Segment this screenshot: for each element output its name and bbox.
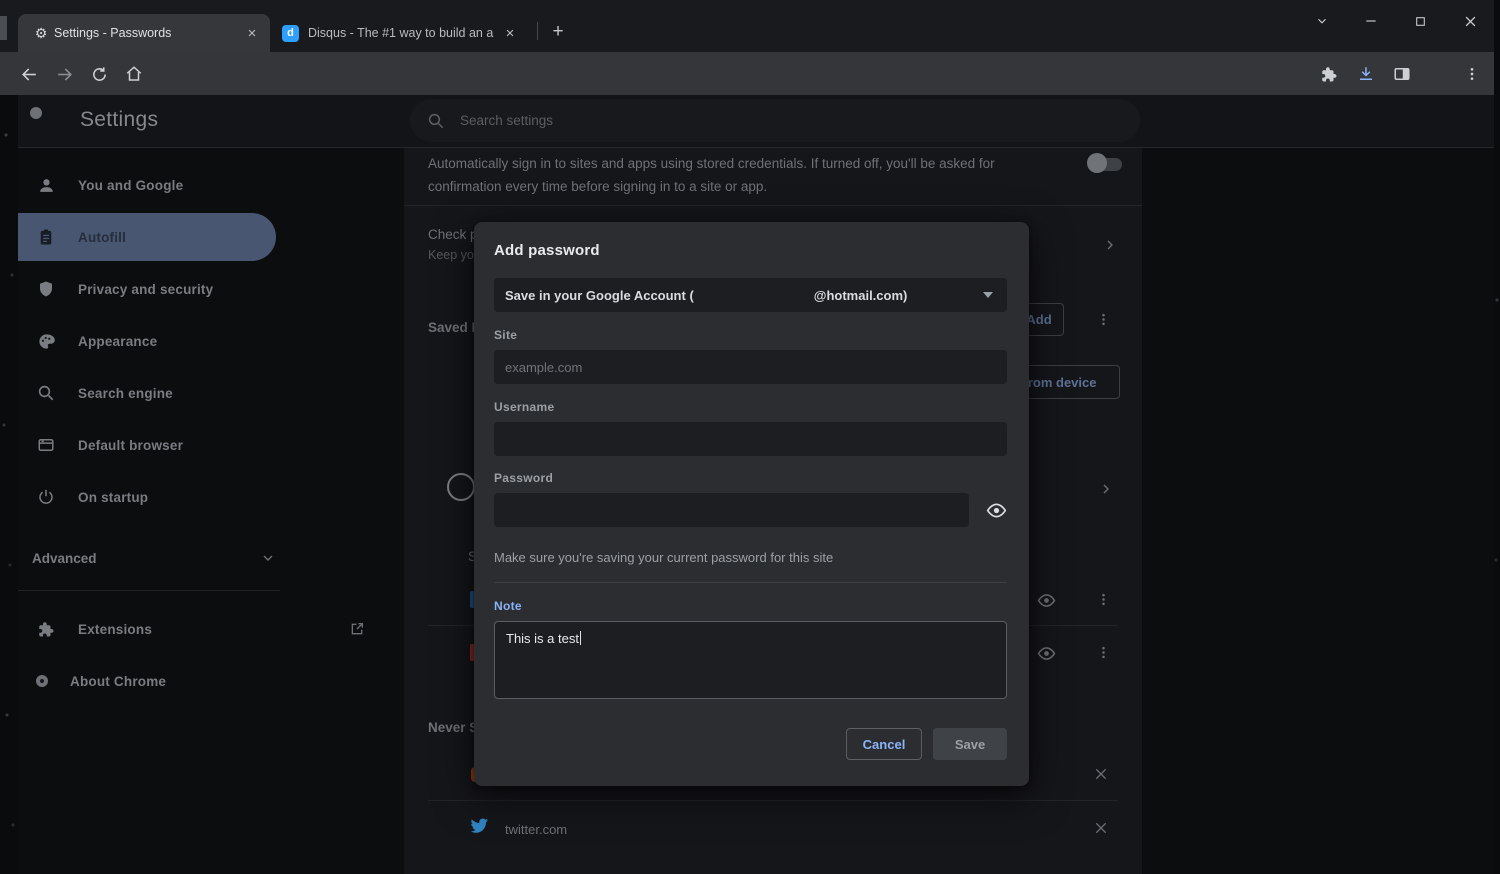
sidebar-item-appearance[interactable]: Appearance: [8, 317, 388, 365]
sidebar-item-default-browser[interactable]: Default browser: [8, 421, 388, 469]
kebab-menu-icon[interactable]: [1094, 589, 1112, 609]
search-settings-field[interactable]: Search settings: [410, 99, 1140, 142]
kebab-menu-icon[interactable]: [1094, 642, 1112, 662]
account-select-suffix: @hotmail.com): [814, 288, 908, 303]
remove-site-x-icon[interactable]: [1092, 765, 1110, 783]
text-caret: [580, 631, 582, 645]
person-icon: [36, 175, 56, 195]
tab-strip: ⚙ Settings - Passwords × d Disqus - The …: [0, 0, 1500, 52]
palette-icon: [36, 331, 56, 351]
tab-title: Settings - Passwords: [54, 26, 240, 40]
sidebar-item-privacy[interactable]: Privacy and security: [8, 265, 388, 313]
sidebar-item-you-and-google[interactable]: You and Google: [8, 161, 388, 209]
check-passwords-subfragment: Keep yo: [428, 248, 474, 262]
browser-toolbar: Chrome | chrome://settings/passwords: [0, 52, 1500, 95]
sidebar-item-extensions[interactable]: Extensions: [8, 605, 388, 653]
desktop-edge-left: [0, 95, 18, 874]
browser-window-icon: [36, 435, 56, 455]
toggle-knob: [1087, 153, 1107, 173]
password-helper-text: Make sure you're saving your current pas…: [494, 550, 1007, 565]
sidebar-item-about-chrome[interactable]: About Chrome: [8, 657, 388, 705]
show-password-eye-icon[interactable]: [1037, 591, 1056, 610]
site-label: Site: [494, 328, 1007, 342]
sidebar-advanced-toggle[interactable]: Advanced: [8, 534, 278, 582]
extensions-puzzle-icon[interactable]: [1315, 60, 1343, 88]
note-label: Note: [494, 599, 1007, 613]
chevron-right-icon[interactable]: [1096, 479, 1116, 499]
tab-disqus[interactable]: d Disqus - The #1 way to build an a ×: [280, 14, 528, 52]
minimize-button[interactable]: [1356, 8, 1386, 34]
show-password-eye-icon[interactable]: [1037, 644, 1056, 663]
tab-settings-passwords[interactable]: ⚙ Settings - Passwords ×: [18, 14, 270, 52]
magnifier-icon: [36, 383, 56, 403]
dialog-title: Add password: [494, 242, 1007, 259]
dialog-divider: [494, 582, 1007, 583]
save-button[interactable]: Save: [933, 728, 1007, 760]
never-saved-fragment: Never S: [428, 716, 478, 739]
download-icon[interactable]: [1352, 60, 1380, 88]
cancel-button[interactable]: Cancel: [846, 728, 922, 760]
never-saved-site: twitter.com: [505, 818, 567, 841]
reload-icon[interactable]: [86, 61, 112, 87]
menu-kebab-icon[interactable]: [1458, 60, 1486, 88]
account-select-prefix: Save in your Google Account (: [505, 288, 694, 303]
power-icon: [36, 487, 56, 507]
username-label: Username: [494, 400, 1007, 414]
twitter-bird-icon: [468, 817, 489, 835]
site-input[interactable]: [494, 350, 1007, 384]
add-password-dialog: Add password Save in your Google Account…: [474, 222, 1029, 786]
close-window-button[interactable]: [1455, 8, 1485, 34]
shield-icon: [36, 279, 56, 299]
show-password-eye-icon[interactable]: [985, 499, 1007, 521]
external-link-icon: [348, 620, 366, 638]
browser-window: ⚙ Settings - Passwords × d Disqus - The …: [0, 0, 1500, 874]
note-textarea[interactable]: This is a test: [494, 621, 1007, 699]
tab-title: Disqus - The #1 way to build an a: [308, 26, 498, 40]
tab-close-icon[interactable]: ×: [498, 21, 522, 45]
sidebar-item-on-startup[interactable]: On startup: [8, 473, 388, 521]
desktop-edge-right: [1494, 0, 1500, 874]
maximize-button[interactable]: [1405, 8, 1435, 34]
wallpaper-notch: [0, 16, 7, 40]
clipboard-icon: [36, 227, 56, 247]
kebab-menu-icon[interactable]: [1094, 309, 1112, 329]
chevron-right-icon[interactable]: [1100, 235, 1120, 255]
tab-separator: [537, 22, 538, 40]
window-chevron-icon[interactable]: [1307, 8, 1337, 34]
side-panel-icon[interactable]: [1388, 60, 1416, 88]
saved-passwords-fragment: Saved P: [428, 316, 481, 339]
password-input[interactable]: [494, 493, 969, 527]
remove-site-x-icon[interactable]: [1092, 819, 1110, 837]
chevron-down-icon: [258, 548, 278, 568]
sidebar-divider: [0, 590, 280, 591]
username-input[interactable]: [494, 422, 1007, 456]
puzzle-icon: [36, 619, 56, 639]
search-placeholder: Search settings: [460, 113, 553, 128]
favicon-circle-fragment: [447, 473, 475, 501]
section-divider: [404, 205, 1142, 206]
sidebar-item-autofill[interactable]: Autofill: [8, 213, 276, 261]
row-divider: [428, 800, 1118, 801]
sidebar-item-search-engine[interactable]: Search engine: [8, 369, 388, 417]
forward-icon[interactable]: [51, 61, 77, 87]
home-icon[interactable]: [121, 61, 147, 87]
back-icon[interactable]: [16, 61, 42, 87]
account-select[interactable]: Save in your Google Account ( @hotmail.c…: [494, 278, 1007, 312]
check-passwords-fragment: Check p: [428, 223, 478, 246]
gear-icon: ⚙: [28, 25, 54, 42]
chrome-logo-icon: [36, 675, 48, 687]
settings-title: Settings: [80, 108, 158, 132]
dropdown-caret-icon: [983, 292, 993, 298]
settings-chrome-logo-icon: [30, 107, 42, 119]
new-tab-button[interactable]: +: [545, 19, 571, 45]
password-label: Password: [494, 471, 1007, 485]
search-icon: [426, 111, 446, 131]
tab-close-icon[interactable]: ×: [240, 21, 264, 45]
disqus-favicon: d: [282, 25, 299, 42]
auto-signin-description: Automatically sign in to sites and apps …: [428, 152, 1038, 198]
